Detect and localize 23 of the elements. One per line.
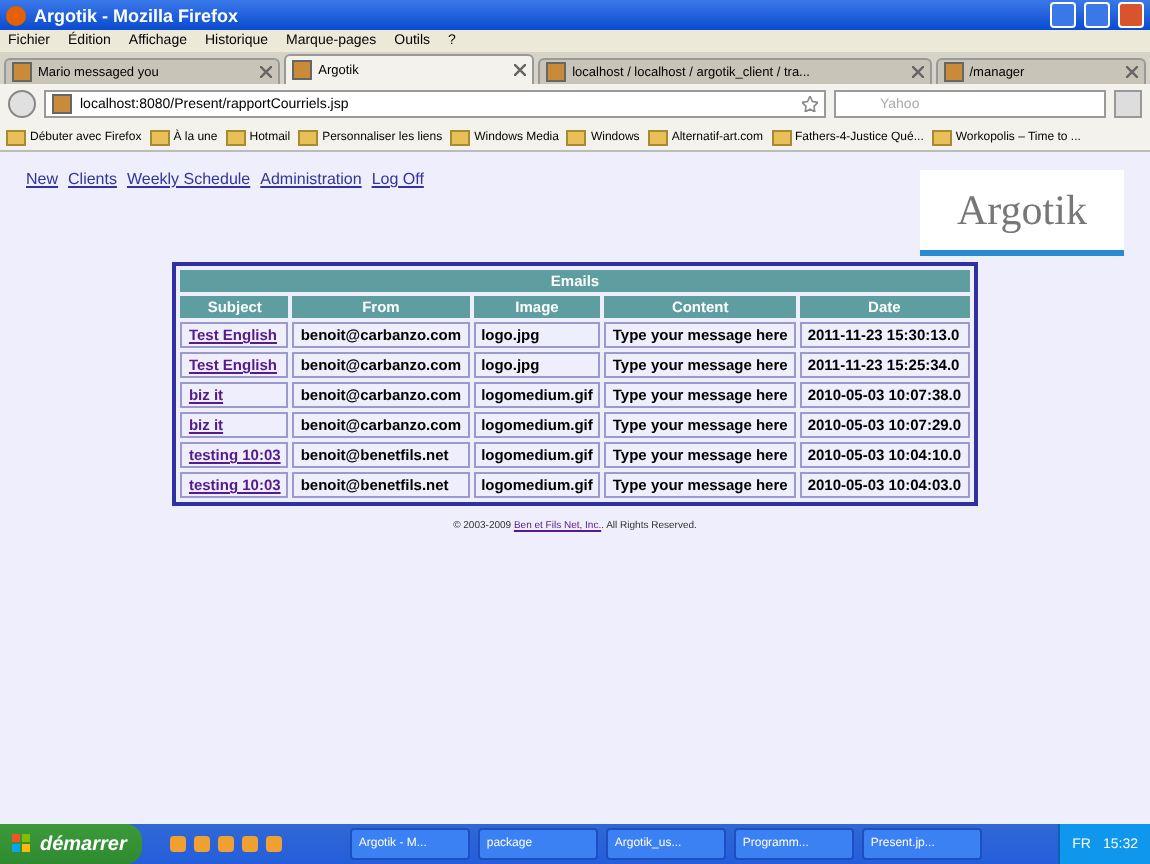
minimize-button[interactable] (1050, 2, 1076, 28)
nav-link[interactable]: Weekly Schedule (126, 170, 251, 188)
nav-link[interactable]: Clients (68, 170, 117, 188)
nav-link[interactable]: Log Off (371, 170, 424, 188)
firefox-icon (6, 5, 26, 25)
page-icon (943, 62, 964, 82)
page-icon (546, 62, 567, 82)
close-button[interactable] (1118, 2, 1144, 28)
close-icon[interactable] (260, 66, 273, 78)
star-icon[interactable] (802, 96, 818, 112)
restore-button[interactable] (1084, 2, 1110, 28)
close-icon[interactable] (514, 64, 527, 76)
logo: Argotik (920, 170, 1124, 256)
home-button[interactable] (1114, 90, 1142, 118)
nav-link[interactable]: Administration (260, 170, 362, 188)
page-icon (292, 60, 313, 80)
start-button[interactable]: démarrer (0, 824, 143, 864)
close-icon[interactable] (1125, 66, 1138, 78)
windows-logo-icon (12, 834, 32, 854)
back-button[interactable] (8, 90, 36, 118)
window-title: Argotik - Mozilla Firefox (34, 5, 241, 25)
close-icon[interactable] (911, 66, 924, 78)
nav-link[interactable]: New (26, 170, 59, 188)
